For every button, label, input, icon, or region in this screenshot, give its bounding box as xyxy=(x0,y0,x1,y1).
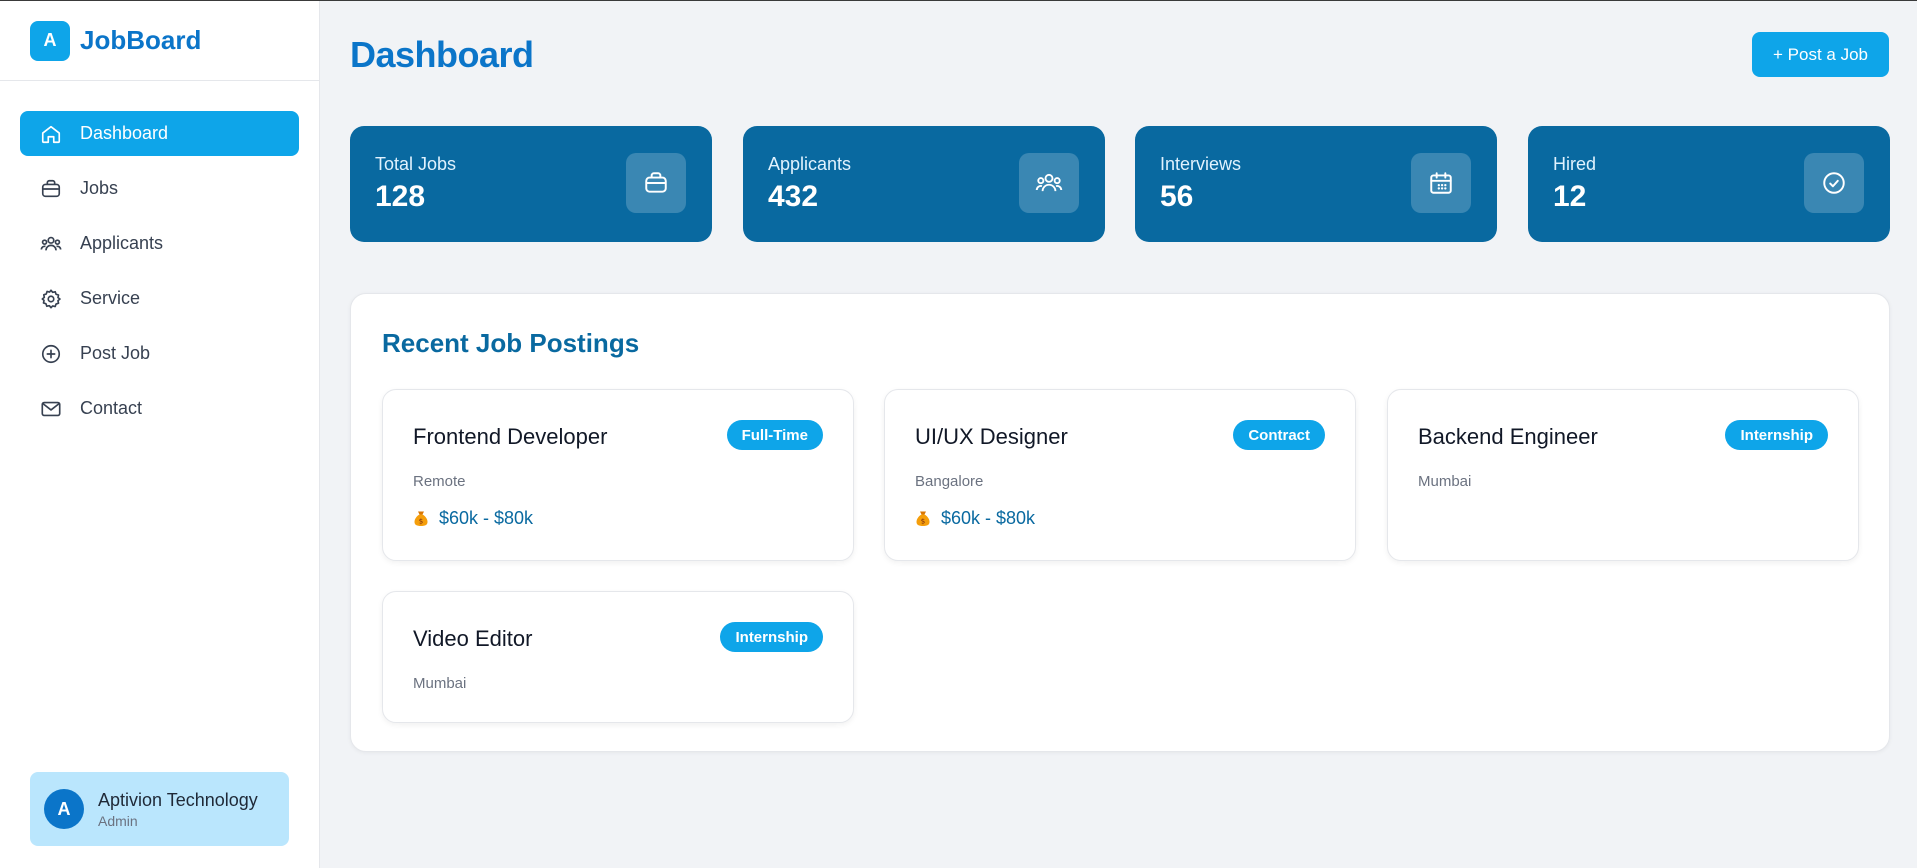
sidebar-item-label: Contact xyxy=(80,398,143,418)
job-location: Mumbai xyxy=(413,675,467,692)
stat-label: Interviews xyxy=(1160,154,1242,174)
svg-text:$: $ xyxy=(921,518,925,526)
profile-name: Aptivion Technology xyxy=(98,789,258,810)
sidebar-item-post-job[interactable]: Post Job xyxy=(20,331,299,376)
stat-value: 12 xyxy=(1553,180,1587,213)
stat-card-hired[interactable]: Hired 12 xyxy=(1528,126,1890,242)
job-location: Remote xyxy=(413,473,466,490)
job-salary: $ $60k - $80k xyxy=(915,508,1035,529)
salary-text: $60k - $80k xyxy=(439,508,534,528)
sidebar-item-applicants[interactable]: Applicants xyxy=(20,221,299,266)
briefcase-icon xyxy=(40,178,62,200)
sidebar-item-label: Service xyxy=(80,288,141,308)
job-title: Video Editor xyxy=(413,626,533,651)
svg-text:$: $ xyxy=(419,518,423,526)
job-card[interactable]: UI/UX Designer Contract Bangalore $ $60k… xyxy=(884,389,1356,561)
sidebar-item-jobs[interactable]: Jobs xyxy=(20,166,299,211)
job-title: UI/UX Designer xyxy=(915,424,1068,449)
stat-value: 56 xyxy=(1160,180,1194,213)
brand[interactable]: A JobBoard xyxy=(0,1,319,81)
job-card[interactable]: Video Editor Internship Mumbai xyxy=(382,591,854,723)
salary-text: $60k - $80k xyxy=(941,508,1036,528)
money-bag-icon: $ xyxy=(915,510,931,527)
stats-row: Total Jobs 128 Applicants 432 Interviews… xyxy=(350,126,1890,242)
profile-role: Admin xyxy=(98,812,138,829)
stat-card-interviews[interactable]: Interviews 56 xyxy=(1135,126,1497,242)
recent-job-postings: Recent Job Postings Frontend Developer F… xyxy=(350,293,1890,752)
sidebar-item-dashboard[interactable]: Dashboard xyxy=(20,111,299,156)
sidebar-item-label: Applicants xyxy=(80,233,164,253)
stat-value: 128 xyxy=(375,180,426,213)
job-type-badge: Internship xyxy=(720,622,823,652)
users-icon xyxy=(1019,153,1079,213)
stat-card-applicants[interactable]: Applicants 432 xyxy=(743,126,1105,242)
job-card[interactable]: Frontend Developer Full-Time Remote $ $6… xyxy=(382,389,854,561)
section-title: Recent Job Postings xyxy=(382,328,640,358)
profile-text: Aptivion Technology Admin xyxy=(98,790,258,829)
stat-card-total-jobs[interactable]: Total Jobs 128 xyxy=(350,126,712,242)
job-location: Bangalore xyxy=(915,473,984,490)
money-bag-icon: $ xyxy=(413,510,429,527)
post-job-button[interactable]: + Post a Job xyxy=(1752,32,1889,77)
job-salary: $ $60k - $80k xyxy=(413,508,533,529)
stat-value: 432 xyxy=(768,180,819,213)
sidebar-item-label: Dashboard xyxy=(80,123,169,143)
sidebar-item-label: Jobs xyxy=(80,178,119,198)
job-title: Frontend Developer xyxy=(413,424,608,449)
check-circle-icon xyxy=(1804,153,1864,213)
job-location: Mumbai xyxy=(1418,473,1472,490)
sidebar-item-contact[interactable]: Contact xyxy=(20,386,299,431)
brand-logo: A xyxy=(30,20,70,61)
calendar-icon xyxy=(1411,153,1471,213)
users-icon xyxy=(40,233,62,255)
stat-label: Total Jobs xyxy=(375,154,457,174)
sidebar: A JobBoard Dashboard Jobs Applicants Ser… xyxy=(0,1,320,868)
job-title: Backend Engineer xyxy=(1418,424,1598,449)
sidebar-item-service[interactable]: Service xyxy=(20,276,299,321)
job-type-badge: Full-Time xyxy=(726,420,823,450)
briefcase-icon xyxy=(626,153,686,213)
stat-label: Applicants xyxy=(768,154,852,174)
mail-icon xyxy=(40,398,62,420)
sidebar-item-label: Post Job xyxy=(80,343,151,363)
job-type-badge: Contract xyxy=(1233,420,1325,450)
user-profile[interactable]: A Aptivion Technology Admin xyxy=(30,772,289,846)
brand-name: JobBoard xyxy=(80,25,202,55)
plus-circle-icon xyxy=(40,343,62,365)
page-title: Dashboard xyxy=(350,34,534,75)
home-icon xyxy=(40,123,62,145)
job-card[interactable]: Backend Engineer Internship Mumbai xyxy=(1387,389,1859,561)
stat-label: Hired xyxy=(1553,154,1597,174)
job-type-badge: Internship xyxy=(1725,420,1828,450)
avatar: A xyxy=(44,789,84,829)
sidebar-nav: Dashboard Jobs Applicants Service Post J… xyxy=(0,81,319,431)
gear-icon xyxy=(40,288,62,310)
